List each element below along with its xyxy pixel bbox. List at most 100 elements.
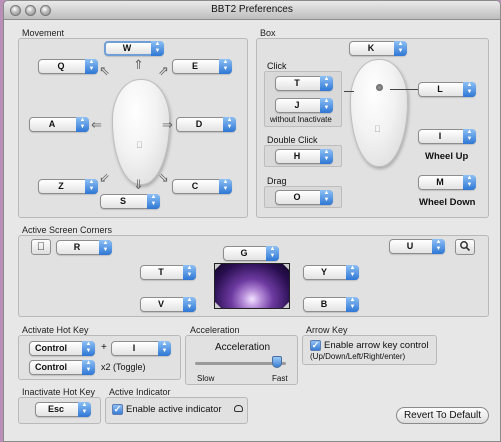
popup-chevron-icon: ▲ ▼ xyxy=(147,194,160,209)
connector-line xyxy=(390,89,418,90)
arrow-key-checkbox[interactable]: ✓ xyxy=(310,340,321,351)
slow-label: Slow xyxy=(197,374,215,383)
corner-top-left-value: T xyxy=(158,267,164,277)
apple-menu-icon:  xyxy=(31,239,51,255)
accel-title: Acceleration xyxy=(190,325,240,335)
double-click-key-popup[interactable]: H ▲ ▼ xyxy=(275,149,333,164)
move-down-popup[interactable]: S ▲ ▼ xyxy=(100,194,160,209)
preferences-window: BBT2 Preferences Movement  W▲▼ Q▲▼ E▲▼ … xyxy=(3,0,501,442)
arrow-up-left-icon: ⇖ xyxy=(99,63,110,78)
arrow-key-checkbox-label[interactable]: Enable arrow key control xyxy=(324,340,429,351)
title-bar[interactable]: BBT2 Preferences xyxy=(4,1,500,20)
wheel-up-key-value: I xyxy=(438,131,442,141)
box-right-key-popup[interactable]: L ▲ ▼ xyxy=(418,82,476,97)
connector-line xyxy=(344,91,354,92)
click-alt-key-popup[interactable]: J ▲ ▼ xyxy=(275,98,333,113)
corner-bottom-left-popup[interactable]: V ▲ ▼ xyxy=(140,297,196,312)
wheel-down-key-value: M xyxy=(436,177,444,187)
drag-label: Drag xyxy=(267,176,287,186)
corner-marker-icon xyxy=(283,264,289,270)
hotkey-modifier-value: Control xyxy=(35,343,67,353)
hotkey-modifier-popup[interactable]: Control ▲ ▼ xyxy=(29,341,95,356)
desktop-preview-image xyxy=(214,263,290,309)
box-top-key-popup[interactable]: K ▲ ▼ xyxy=(349,41,407,56)
arrow-down-icon: ⇓ xyxy=(133,177,144,192)
popup-chevron-icon: ▲ ▼ xyxy=(266,246,279,261)
search-corner-value: U xyxy=(406,241,414,251)
apple-corner-popup[interactable]: R ▲ ▼ xyxy=(56,240,112,255)
popup-chevron-icon: ▲ ▼ xyxy=(346,297,359,312)
plus-label: + xyxy=(101,342,107,353)
move-up-right-popup[interactable]: E ▲ ▼ xyxy=(172,59,232,74)
box-title: Box xyxy=(260,28,276,38)
corner-bottom-right-popup[interactable]: B ▲ ▼ xyxy=(303,297,359,312)
popup-chevron-icon: ▲ ▼ xyxy=(183,265,196,280)
click-alt-key-value: J xyxy=(294,100,300,110)
corner-top-right-value: Y xyxy=(320,267,327,277)
move-up-left-value: Q xyxy=(57,61,65,71)
wheel-down-key-popup[interactable]: M ▲ ▼ xyxy=(418,175,476,190)
toggle-note: x2 (Toggle) xyxy=(101,362,146,372)
search-corner-popup[interactable]: U ▲ ▼ xyxy=(389,239,445,254)
slider-thumb[interactable] xyxy=(271,356,282,368)
arrow-down-right-icon: ⇘ xyxy=(158,170,169,185)
corner-top-popup[interactable]: G ▲ ▼ xyxy=(223,246,279,261)
popup-chevron-icon: ▲ ▼ xyxy=(219,179,232,194)
inactivate-title: Inactivate Hot Key xyxy=(22,387,96,397)
move-down-right-popup[interactable]: C ▲ ▼ xyxy=(172,179,232,194)
toggle-modifier-popup[interactable]: Control ▲ ▼ xyxy=(29,360,95,375)
popup-chevron-icon: ▲ ▼ xyxy=(82,341,95,356)
apple-corner-value: R xyxy=(73,242,81,252)
move-down-value: S xyxy=(119,196,126,206)
popup-chevron-icon: ▲ ▼ xyxy=(394,41,407,56)
move-down-left-value: Z xyxy=(58,181,64,191)
move-up-value: W xyxy=(122,43,132,53)
click-key-popup[interactable]: T ▲ ▼ xyxy=(275,76,333,91)
arrow-up-right-icon: ⇗ xyxy=(158,63,169,78)
popup-chevron-icon: ▲ ▼ xyxy=(320,76,333,91)
scroll-ball-icon xyxy=(376,84,383,91)
popup-chevron-icon: ▲ ▼ xyxy=(223,117,236,132)
active-indicator-checkbox-label[interactable]: Enable active indicator xyxy=(126,404,222,415)
popup-chevron-icon: ▲ ▼ xyxy=(219,59,232,74)
accel-label: Acceleration xyxy=(215,342,271,353)
move-left-popup[interactable]: A ▲ ▼ xyxy=(29,117,89,132)
move-up-popup[interactable]: W ▲ ▼ xyxy=(104,41,164,56)
corner-bottom-left-value: V xyxy=(157,299,164,309)
corner-top-right-popup[interactable]: Y ▲ ▼ xyxy=(303,265,359,280)
popup-chevron-icon: ▲ ▼ xyxy=(78,402,91,417)
move-right-value: D xyxy=(195,119,203,129)
drag-key-value: O xyxy=(293,192,301,202)
wheel-down-label: Wheel Down xyxy=(419,197,476,208)
popup-chevron-icon: ▲ ▼ xyxy=(432,239,445,254)
active-indicator-checkbox[interactable]: ✓ xyxy=(112,404,123,415)
inactivate-key-popup[interactable]: Esc ▲ ▼ xyxy=(35,402,91,417)
hotkey-key-popup[interactable]: I ▲ ▼ xyxy=(111,341,171,356)
click-label: Click xyxy=(267,61,287,71)
spotlight-search-icon xyxy=(455,239,475,255)
corner-top-left-popup[interactable]: T ▲ ▼ xyxy=(140,265,196,280)
popup-chevron-icon: ▲ ▼ xyxy=(82,360,95,375)
indicator-title: Active Indicator xyxy=(109,387,171,397)
double-click-label: Double Click xyxy=(267,135,318,145)
wheel-up-key-popup[interactable]: I ▲ ▼ xyxy=(418,129,476,144)
move-left-value: A xyxy=(48,119,56,129)
revert-to-default-button[interactable]: Revert To Default xyxy=(396,407,489,424)
click-key-value: T xyxy=(294,78,300,88)
wheel-up-label: Wheel Up xyxy=(425,151,469,162)
move-right-popup[interactable]: D ▲ ▼ xyxy=(176,117,236,132)
arrow-up-icon: ⇑ xyxy=(133,57,144,72)
popup-chevron-icon: ▲ ▼ xyxy=(320,190,333,205)
popup-chevron-icon: ▲ ▼ xyxy=(463,82,476,97)
corner-marker-icon xyxy=(215,302,221,308)
box-right-key-value: L xyxy=(437,84,443,94)
popup-chevron-icon: ▲ ▼ xyxy=(99,240,112,255)
popup-chevron-icon: ▲ ▼ xyxy=(158,341,171,356)
corner-top-value: G xyxy=(240,248,248,258)
popup-chevron-icon: ▲ ▼ xyxy=(85,59,98,74)
move-down-left-popup[interactable]: Z ▲ ▼ xyxy=(38,179,98,194)
without-inactivate-note: without Inactivate xyxy=(270,115,332,124)
magnifier-icon xyxy=(460,241,471,252)
drag-key-popup[interactable]: O ▲ ▼ xyxy=(275,190,333,205)
move-up-left-popup[interactable]: Q ▲ ▼ xyxy=(38,59,98,74)
